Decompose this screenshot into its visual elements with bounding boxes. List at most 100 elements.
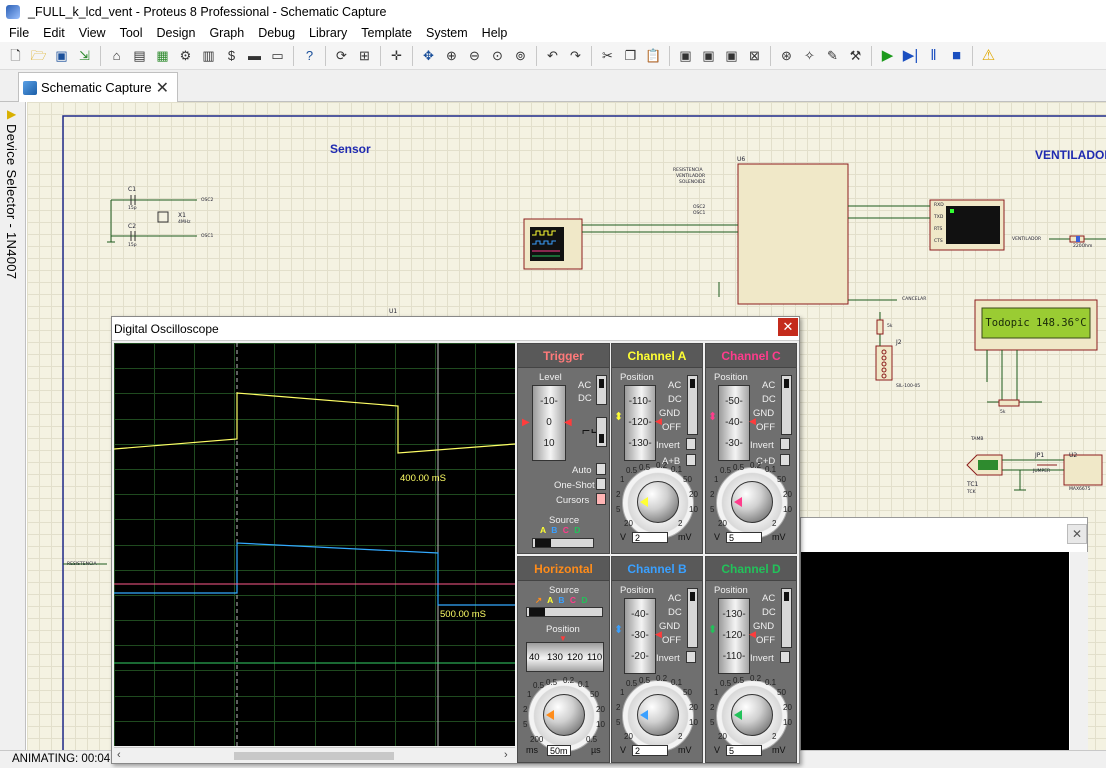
channel-d-coupling-switch[interactable]: [781, 588, 792, 648]
menu-file[interactable]: File: [2, 26, 36, 40]
channel-c-invert-button[interactable]: [780, 438, 790, 450]
notes-icon[interactable]: ▭: [268, 46, 288, 66]
refresh-icon[interactable]: ⟳: [332, 46, 352, 66]
channel-b-volts-field[interactable]: 2: [632, 745, 668, 756]
channel-c-position-drum[interactable]: -50- -40- -30-: [718, 385, 750, 461]
redo-icon[interactable]: ↷: [566, 46, 586, 66]
scroll-thumb[interactable]: [234, 752, 394, 760]
channel-c-volts-field[interactable]: 5: [726, 532, 762, 543]
channel-a-sum-button[interactable]: [686, 454, 696, 466]
timebase-knob[interactable]: [543, 694, 585, 736]
step-icon[interactable]: ▶|: [901, 46, 921, 66]
undo-icon[interactable]: ↶: [543, 46, 563, 66]
zoom-all-icon[interactable]: ⊙: [488, 46, 508, 66]
zoom-out-icon[interactable]: ⊖: [465, 46, 485, 66]
channel-b-invert-button[interactable]: [686, 651, 696, 663]
oscilloscope-screen[interactable]: 400.00 mS 500.00 mS: [114, 343, 515, 746]
play-icon[interactable]: ▶: [878, 46, 898, 66]
import-icon[interactable]: ⇲: [75, 46, 95, 66]
block-delete-icon[interactable]: ⊠: [745, 46, 765, 66]
channel-a-invert-button[interactable]: [686, 438, 696, 450]
zoom-area-icon[interactable]: ⊚: [511, 46, 531, 66]
new-file-icon[interactable]: 🗋: [6, 46, 26, 66]
channel-d-volts-knob[interactable]: [731, 694, 773, 736]
trigger-title: Trigger: [518, 344, 609, 368]
copy-icon[interactable]: ❐: [621, 46, 641, 66]
menu-debug[interactable]: Debug: [251, 26, 302, 40]
schematic-icon[interactable]: ▤: [130, 46, 150, 66]
channel-a-position-label: Position: [620, 372, 654, 383]
pcb-icon[interactable]: ▦: [153, 46, 173, 66]
warning-icon[interactable]: ⚠: [979, 46, 999, 66]
open-folder-icon[interactable]: 🗁: [29, 46, 49, 66]
channel-b-position-drum[interactable]: -40- -30- -20-: [624, 598, 656, 674]
menu-template[interactable]: Template: [354, 26, 419, 40]
packaging-icon[interactable]: ✎: [823, 46, 843, 66]
decompose-icon[interactable]: ⚒: [846, 46, 866, 66]
trigger-one-shot-button[interactable]: [596, 478, 606, 490]
channel-a-volts-field[interactable]: 2: [632, 532, 668, 543]
channel-a-coupling-switch[interactable]: [687, 375, 698, 435]
trigger-cursors-button[interactable]: [596, 493, 606, 505]
cut-icon[interactable]: ✂: [598, 46, 618, 66]
close-icon[interactable]: ✕: [1067, 524, 1087, 544]
trigger-source-slider[interactable]: [532, 538, 594, 548]
channel-b-coupling-switch[interactable]: [687, 588, 698, 648]
origin-icon[interactable]: ✛: [387, 46, 407, 66]
channel-d-position-drum[interactable]: -130- -120- -110-: [718, 598, 750, 674]
scroll-left-arrow-icon[interactable]: ‹: [117, 749, 121, 761]
tab-schematic-capture[interactable]: Schematic Capture ✕: [18, 72, 178, 102]
menu-tool[interactable]: Tool: [113, 26, 150, 40]
save-icon[interactable]: ▣: [52, 46, 72, 66]
stop-icon[interactable]: ■: [947, 46, 967, 66]
horizontal-scrollbar[interactable]: ‹ ›: [114, 747, 515, 763]
menu-view[interactable]: View: [72, 26, 113, 40]
menu-edit[interactable]: Edit: [36, 26, 72, 40]
channel-d-volts-field[interactable]: 5: [726, 745, 762, 756]
home-icon[interactable]: ⌂: [107, 46, 127, 66]
horizontal-source-slider[interactable]: [526, 607, 603, 617]
secondary-terminal-window[interactable]: ✕: [800, 517, 1088, 758]
gerber-icon[interactable]: ▥: [199, 46, 219, 66]
channel-d-invert-button[interactable]: [780, 651, 790, 663]
device-selector-panel[interactable]: ▶ Device Selector - 1N4007: [0, 102, 26, 750]
digital-oscilloscope-window[interactable]: Digital Oscilloscope ✕ 400.00 mS 500.00 …: [111, 316, 800, 764]
zoom-in-icon[interactable]: ⊕: [442, 46, 462, 66]
pick-device-icon[interactable]: ⊛: [777, 46, 797, 66]
help-icon[interactable]: ?: [300, 46, 320, 66]
block-rotate-icon[interactable]: ▣: [722, 46, 742, 66]
pan-icon[interactable]: ✥: [419, 46, 439, 66]
horizontal-position-drum[interactable]: 40 130 120 110: [526, 642, 604, 672]
paste-icon[interactable]: 📋: [644, 46, 664, 66]
vertical-scrollbar[interactable]: [1070, 552, 1088, 758]
make-device-icon[interactable]: ✧: [800, 46, 820, 66]
expand-arrow-icon[interactable]: ▶: [7, 107, 16, 121]
channel-b-volts-knob[interactable]: [637, 694, 679, 736]
trigger-level-drum[interactable]: -10- 0 10: [532, 385, 566, 461]
channel-a-position-drum[interactable]: -110- -120- -130-: [624, 385, 656, 461]
netlist-icon[interactable]: ▬: [245, 46, 265, 66]
pause-icon[interactable]: ‖: [924, 46, 944, 66]
close-tab-icon[interactable]: ✕: [156, 78, 169, 98]
channel-c-sum-button[interactable]: [780, 454, 790, 466]
menu-library[interactable]: Library: [302, 26, 354, 40]
menu-system[interactable]: System: [419, 26, 475, 40]
menu-help[interactable]: Help: [475, 26, 515, 40]
channel-a-volts-knob[interactable]: [637, 481, 679, 523]
block-move-icon[interactable]: ▣: [699, 46, 719, 66]
oscilloscope-title-bar[interactable]: Digital Oscilloscope ✕: [112, 317, 799, 341]
menu-design[interactable]: Design: [150, 26, 203, 40]
3d-icon[interactable]: ⚙: [176, 46, 196, 66]
close-icon[interactable]: ✕: [778, 318, 798, 336]
timebase-value-field[interactable]: 50m: [547, 745, 571, 756]
channel-c-volts-knob[interactable]: [731, 481, 773, 523]
trigger-edge-switch[interactable]: [596, 417, 607, 447]
menu-graph[interactable]: Graph: [202, 26, 251, 40]
channel-c-coupling-switch[interactable]: [781, 375, 792, 435]
trigger-auto-button[interactable]: [596, 463, 606, 475]
grid-icon[interactable]: ⊞: [355, 46, 375, 66]
block-copy-icon[interactable]: ▣: [676, 46, 696, 66]
bom-icon[interactable]: $: [222, 46, 242, 66]
trigger-coupling-switch[interactable]: [596, 375, 607, 405]
scroll-right-arrow-icon[interactable]: ›: [504, 749, 508, 761]
